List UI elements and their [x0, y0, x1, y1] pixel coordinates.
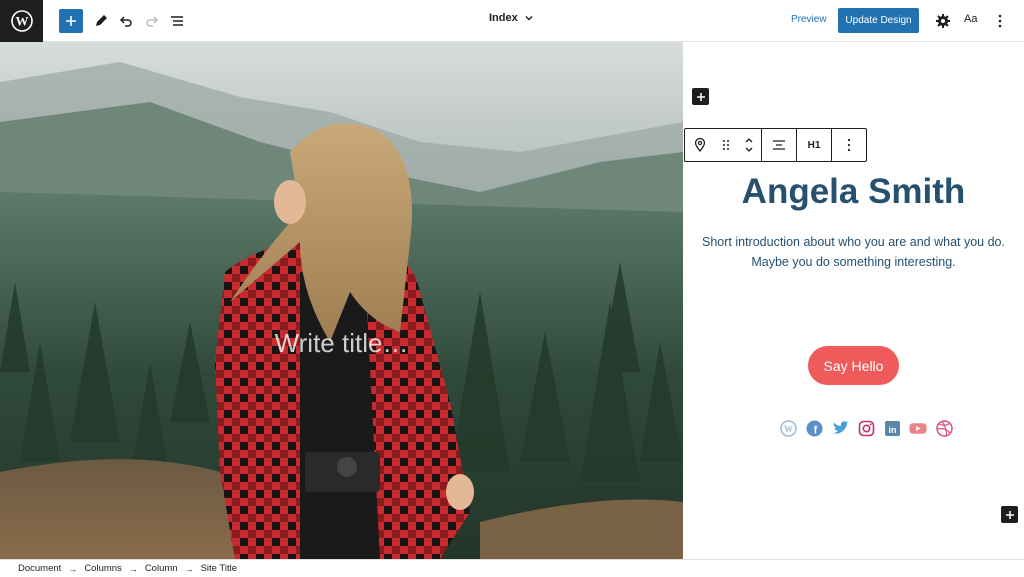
social-icons: W f in: [779, 419, 953, 437]
svg-text:f: f: [813, 424, 817, 436]
update-design-button[interactable]: Update Design: [838, 8, 919, 33]
more-vertical-icon: [998, 14, 1002, 28]
arrow-right-icon: →: [128, 563, 138, 574]
block-breadcrumb: Document → Columns → Column → Site Title: [0, 559, 1024, 577]
document-title: Index: [489, 12, 518, 24]
plus-icon: [1005, 510, 1014, 519]
cover-block[interactable]: Write title…: [0, 42, 683, 559]
gear-icon: [936, 14, 950, 28]
redo-icon: [146, 16, 159, 27]
svg-text:W: W: [15, 14, 28, 29]
cover-image: [0, 42, 683, 559]
undo-icon: [119, 16, 132, 27]
svg-text:W: W: [784, 424, 793, 434]
linkedin-icon[interactable]: in: [883, 419, 901, 437]
wordpress-icon[interactable]: W: [779, 419, 797, 437]
right-column: [683, 42, 1024, 559]
add-block-button-bottom[interactable]: [1001, 506, 1018, 523]
wordpress-logo-icon[interactable]: W: [0, 0, 43, 42]
settings-button[interactable]: [931, 9, 955, 33]
drag-handle[interactable]: [715, 129, 737, 161]
site-title-heading[interactable]: Angela Smith: [683, 172, 1024, 212]
instagram-icon[interactable]: [857, 419, 875, 437]
arrow-right-icon: →: [184, 563, 194, 574]
twitter-icon[interactable]: [831, 419, 849, 437]
drag-handle-icon: [723, 140, 729, 150]
options-button[interactable]: [988, 9, 1012, 33]
location-pin-icon: [694, 138, 706, 152]
block-toolbar-group-heading: H1: [797, 129, 832, 161]
list-view-button[interactable]: [165, 9, 189, 33]
add-block-button-top[interactable]: [692, 88, 709, 105]
breadcrumb-columns[interactable]: Columns: [84, 563, 122, 574]
align-button[interactable]: [762, 129, 796, 161]
redo-button[interactable]: [140, 9, 164, 33]
intro-line-1: Short introduction about who you are and…: [702, 235, 1005, 249]
breadcrumb-site-title[interactable]: Site Title: [201, 563, 237, 574]
chevron-up-down-icon: [745, 138, 753, 152]
align-center-icon: [773, 140, 785, 150]
plus-icon: [66, 16, 76, 26]
block-toolbar: H1: [684, 128, 867, 162]
facebook-icon[interactable]: f: [805, 419, 823, 437]
more-vertical-icon: [847, 138, 851, 152]
undo-button[interactable]: [114, 9, 138, 33]
cover-title-placeholder[interactable]: Write title…: [0, 328, 683, 359]
chevron-down-icon: [525, 16, 533, 21]
breadcrumb-column[interactable]: Column: [145, 563, 178, 574]
intro-paragraph[interactable]: Short introduction about who you are and…: [683, 232, 1024, 272]
list-view-icon: [171, 16, 183, 26]
youtube-icon[interactable]: [909, 419, 927, 437]
add-block-button[interactable]: [59, 9, 83, 33]
editor-header: W Index Preview Update Design Aa: [0, 0, 1024, 42]
plus-icon: [696, 92, 705, 101]
say-hello-button[interactable]: Say Hello: [808, 346, 899, 385]
heading-level-button[interactable]: H1: [797, 129, 831, 161]
block-toolbar-group-more: [832, 129, 866, 161]
svg-text:in: in: [888, 425, 896, 435]
tools-button[interactable]: [89, 9, 113, 33]
block-toolbar-group-move: [685, 129, 762, 161]
styles-button[interactable]: Aa: [964, 13, 977, 25]
block-type-button[interactable]: [685, 129, 715, 161]
breadcrumb-document[interactable]: Document: [18, 563, 61, 574]
block-toolbar-group-align: [762, 129, 797, 161]
pencil-icon: [96, 15, 107, 26]
intro-line-2: Maybe you do something interesting.: [751, 255, 956, 269]
move-up-down-buttons[interactable]: [737, 129, 761, 161]
arrow-right-icon: →: [68, 563, 78, 574]
document-title-dropdown[interactable]: Index: [489, 12, 534, 24]
block-options-button[interactable]: [832, 129, 866, 161]
dribbble-icon[interactable]: [935, 419, 953, 437]
preview-button[interactable]: Preview: [791, 14, 827, 25]
